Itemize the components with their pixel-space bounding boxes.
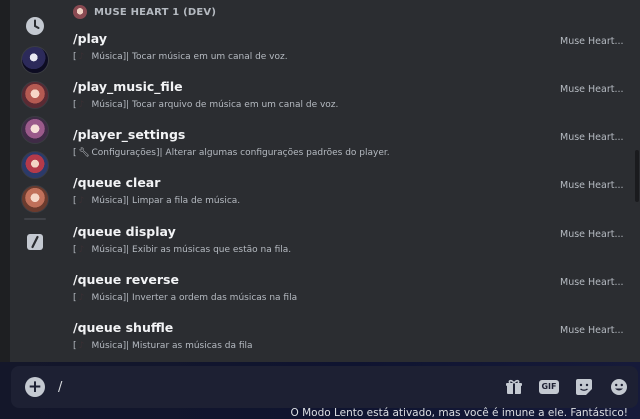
command-description: [♪ Música] | Exibir as músicas que estão … <box>73 244 292 255</box>
command-list-scrollbar[interactable] <box>635 150 639 202</box>
slash-icon <box>27 234 43 250</box>
command-source: Muse Heart... <box>560 132 624 143</box>
command-category: Música] <box>91 245 127 255</box>
command-item-play[interactable]: /play [♪ Música] | Tocar música em um can… <box>58 25 640 73</box>
emoji-icon <box>611 379 627 395</box>
command-source: Muse Heart... <box>560 84 624 95</box>
bot-section-header: MUSE HEART 1 (DEV) <box>73 4 216 20</box>
command-category: Música] <box>91 293 127 303</box>
attach-plus-button[interactable]: + <box>25 377 45 397</box>
command-category: Música] <box>91 341 127 351</box>
command-description: [♪ Música] | Limpar a fila de música. <box>73 195 241 206</box>
music-note-icon: ♪ <box>78 51 85 62</box>
wrench-icon: 🔧︎ <box>78 147 90 158</box>
slowmode-notice: O Modo Lento está ativado, mas você é im… <box>290 407 628 419</box>
command-item-queue-clear[interactable]: /queue clear [♪ Música] | Limpar a fila d… <box>58 169 640 217</box>
bot-header-avatar <box>73 5 87 19</box>
command-description: [♪ Música] | Tocar música em um canal de … <box>73 51 288 62</box>
recent-commands-button[interactable] <box>21 12 49 40</box>
command-name: /queue shuffle <box>73 320 174 335</box>
message-input[interactable] <box>58 376 458 398</box>
gift-button[interactable] <box>503 376 525 398</box>
command-name: /queue reverse <box>73 272 179 287</box>
command-category: Configurações] <box>91 148 160 158</box>
sticker-button[interactable] <box>573 376 595 398</box>
command-description: [♪ Música] | Inverter a ordem das músicas… <box>73 292 298 303</box>
gif-button[interactable]: GIF <box>538 376 560 398</box>
music-note-icon: ♪ <box>78 340 85 351</box>
bot-avatar-3[interactable] <box>21 116 49 144</box>
music-note-icon: ♪ <box>78 244 85 255</box>
emoji-button[interactable] <box>608 376 630 398</box>
gif-icon: GIF <box>539 380 559 394</box>
bot-avatar-2[interactable] <box>21 81 49 109</box>
command-item-queue-reverse[interactable]: /queue reverse [♪ Música] | Inverter a or… <box>58 266 640 314</box>
clock-icon <box>26 17 44 35</box>
builtin-commands-button[interactable] <box>21 228 49 256</box>
command-category: Música] <box>91 100 127 110</box>
bot-header-title: MUSE HEART 1 (DEV) <box>94 6 217 18</box>
bot-avatar-4[interactable] <box>21 151 49 179</box>
command-category: Música] <box>91 196 127 206</box>
command-item-player-settings[interactable]: /player_settings [🔧︎ Configurações] | Alt… <box>58 121 640 169</box>
bot-avatar-5[interactable] <box>21 185 49 213</box>
command-name: /queue display <box>73 224 176 239</box>
command-description: [🔧︎ Configurações] | Alterar algumas conf… <box>73 147 390 158</box>
command-source: Muse Heart... <box>560 277 624 288</box>
command-category: Música] <box>91 52 127 62</box>
music-note-icon: ♪ <box>78 99 85 110</box>
music-note-icon: ♪ <box>78 292 85 303</box>
rail-divider <box>24 218 46 220</box>
message-composer: + GIF <box>11 366 638 408</box>
music-note-icon: ♪ <box>78 195 85 206</box>
command-description: [♪ Música] | Tocar arquivo de música em u… <box>73 99 339 110</box>
command-name: /play_music_file <box>73 79 183 94</box>
sticker-icon <box>576 379 592 395</box>
command-source: Muse Heart... <box>560 325 624 336</box>
command-item-queue-shuffle[interactable]: /queue shuffle [♪ Música] | Misturar as m… <box>58 314 640 362</box>
bot-avatar-1[interactable] <box>21 46 49 74</box>
command-description: [♪ Música] | Misturar as músicas da fila <box>73 340 253 351</box>
command-source: Muse Heart... <box>560 229 624 240</box>
command-item-queue-display[interactable]: /queue display [♪ Música] | Exibir as mús… <box>58 218 640 266</box>
command-source: Muse Heart... <box>560 36 624 47</box>
command-source: Muse Heart... <box>560 180 624 191</box>
gift-icon <box>506 379 522 394</box>
command-name: /queue clear <box>73 175 161 190</box>
command-picker: MUSE HEART 1 (DEV) /play [♪ Música] | Toc… <box>58 0 640 362</box>
plus-icon: + <box>27 377 43 397</box>
command-name: /player_settings <box>73 127 186 142</box>
command-name: /play <box>73 31 107 46</box>
command-item-play-music-file[interactable]: /play_music_file [♪ Música] | Tocar arqui… <box>58 73 640 121</box>
